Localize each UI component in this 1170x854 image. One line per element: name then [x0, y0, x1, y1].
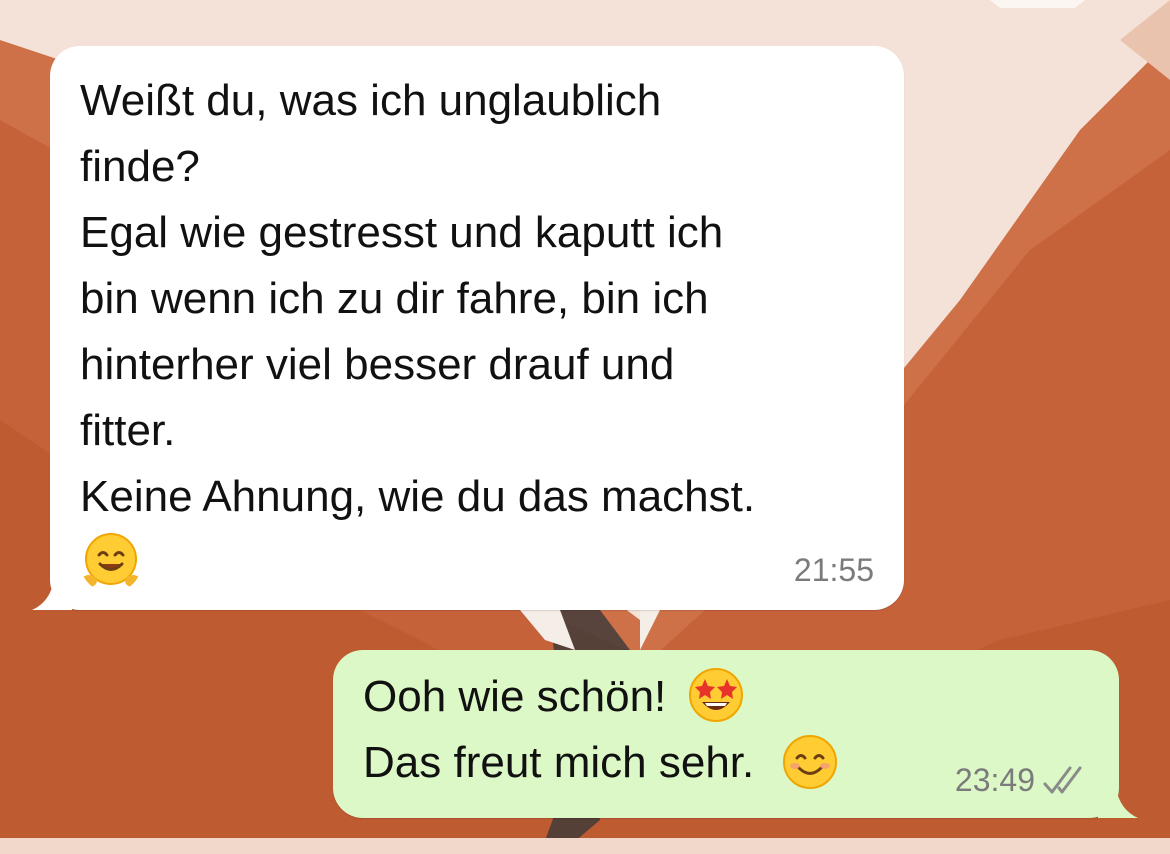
- message-bubble-incoming[interactable]: Weißt du, was ich unglaublich finde? Ega…: [50, 46, 904, 610]
- message-text-line: Keine Ahnung, wie du das machst.: [80, 472, 756, 521]
- message-text: Ooh wie schön!: [363, 672, 667, 721]
- message-text-line: Egal wie gestresst und kaputt ich: [80, 208, 724, 257]
- read-receipt-double-check-icon: [1043, 766, 1082, 794]
- message-text-line: fitter.: [80, 406, 176, 455]
- message-timestamp: 21:55: [793, 552, 874, 588]
- message-text-line: Weißt du, was ich unglaublich: [80, 76, 662, 125]
- message-text-line: bin wenn ich zu dir fahre, bin ich: [80, 274, 709, 323]
- message-text-line: hinterher viel besser drauf und: [80, 340, 675, 389]
- message-emoji-line: [80, 530, 874, 596]
- message-timestamp: 23:49: [954, 762, 1035, 798]
- message-text-line: finde?: [80, 142, 200, 191]
- hugging-face-emoji-icon: [81, 533, 141, 588]
- message-text: Das freut mich sehr.: [363, 738, 755, 787]
- bubble-tail-incoming: [32, 580, 72, 610]
- star-struck-emoji-icon: [688, 668, 743, 723]
- message-text-line: Ooh wie schön!: [363, 664, 1089, 730]
- smiling-face-emoji-icon: [782, 735, 837, 790]
- bubble-tail-outgoing: [1098, 788, 1138, 818]
- message-bubble-outgoing[interactable]: Ooh wie schön! Das freut mich sehr. 23:4…: [333, 650, 1119, 818]
